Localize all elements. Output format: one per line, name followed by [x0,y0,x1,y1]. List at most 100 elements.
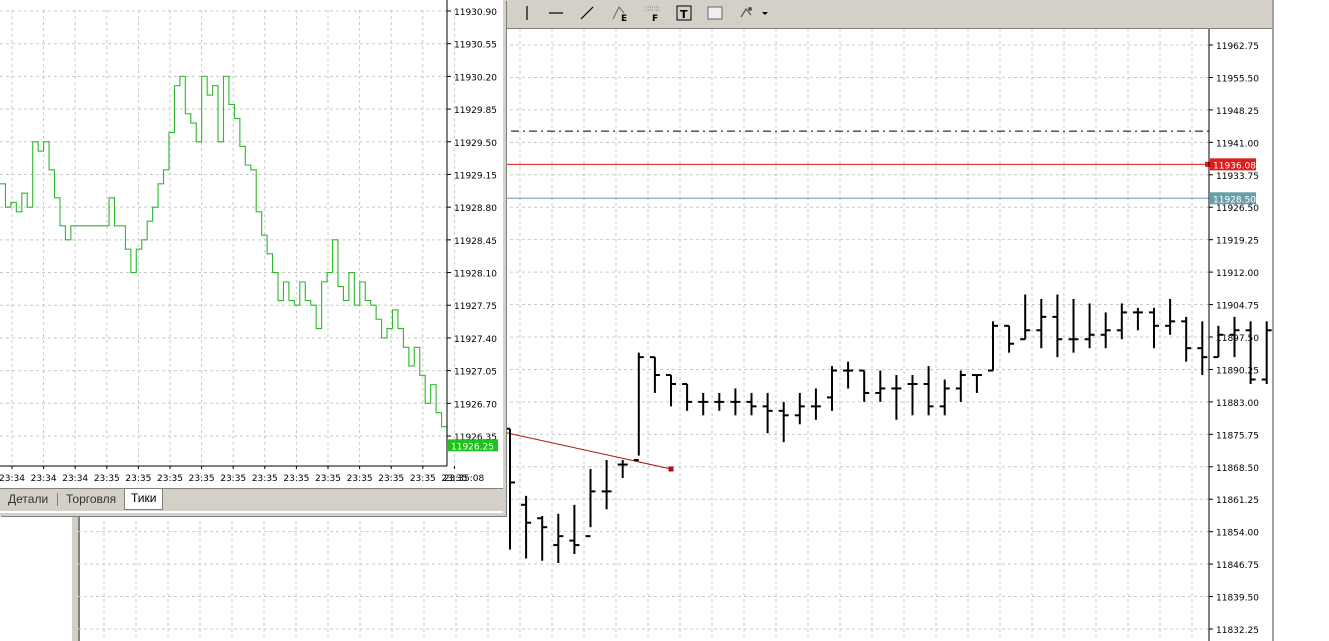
ohlc-bar [875,370,886,402]
fibo-e-letter: E [621,14,627,23]
ohlc-bar [746,392,757,416]
trendline-handle [668,466,674,472]
ohlc-bar [1020,294,1031,341]
ohlc-bar [537,516,548,561]
ohlc-bar [1149,307,1159,349]
ohlc-bar [988,321,998,372]
main-y-label: 11846.75 [1216,561,1259,571]
tick-x-label: 23:35 [189,474,215,484]
fibo-f-letter: F [652,14,658,23]
tick-y-label: 11929.15 [454,171,497,181]
ohlc-bar [891,375,902,420]
tick-y-label: 11927.05 [454,368,497,378]
horizontal-line-icon[interactable] [546,3,566,23]
tick-time-axis: 23:34 23:34 23:34 23:35 23:35 23:35 23:35 23:35… [0,466,484,484]
tick-x-label: 23:34 [31,474,57,484]
tick-y-label: 11928.80 [454,204,497,214]
ohlc-bar [794,392,805,425]
ohlc-bar [730,388,741,416]
ohlc-bar [1181,316,1192,362]
main-y-label: 11948.25 [1216,107,1259,117]
ohlc-bar [859,369,870,402]
tick-chart-grid [0,10,455,466]
trendline [502,431,672,470]
ohlc-bar [827,366,837,411]
tick-chart-line [0,75,448,446]
ohlc-bar [601,460,612,510]
ohlc-bar [971,374,982,393]
ohlc-bar [762,392,773,434]
ohlc-bar [923,366,934,416]
main-y-label: 11854.00 [1216,529,1259,539]
tick-x-label: 23:35 [283,474,309,484]
ohlc-bar [843,361,854,389]
tick-x-label: 23:35 [315,474,341,484]
bid-price-label: 11936.08 [1213,161,1256,171]
market-watch-window: 11930.90 11930.55 11930.20 11929.85 11929.50… [0,0,506,516]
tab-bar: Детали Торговля Тики [0,488,503,511]
ohlc-bar [633,352,644,462]
tick-y-label: 11929.50 [454,139,497,149]
main-y-label: 11839.50 [1216,594,1259,604]
ohlc-bar [1036,298,1047,349]
tick-y-label: 11928.45 [454,237,497,247]
tick-x-label: 23:35 [220,474,246,484]
ohlc-bar [714,392,725,411]
ohlc-bar [617,460,628,478]
ohlc-bar [1116,303,1127,340]
tick-x-label: 23:35 [252,474,278,484]
ohlc-bar [1261,321,1272,384]
tab-trading[interactable]: Торговля [60,490,122,508]
main-y-label: 11861.25 [1216,496,1259,506]
main-price-axis: 11962.75 11955.50 11948.25 11941.00 11933.75… [1208,29,1259,641]
main-chart-bars [505,294,1272,563]
tick-y-label: 11927.75 [454,302,497,312]
tick-x-last-label: 23:35:08 [444,474,485,484]
tab-separator [57,493,58,506]
tick-y-label: 11930.55 [454,41,497,51]
trendline-icon[interactable] [577,3,597,23]
fibonacci-fan-icon[interactable]: F [643,3,663,23]
tick-x-label: 23:35 [125,474,151,484]
ohlc-bar [1132,307,1143,331]
main-y-label: 11912.00 [1216,269,1259,279]
tick-chart[interactable]: 11930.90 11930.55 11930.20 11929.85 11929.50… [0,0,503,490]
tab-details[interactable]: Детали [2,490,54,508]
ohlc-bar [1197,321,1208,376]
tick-price-series [0,75,448,446]
ask-price-label: 11928.50 [1213,195,1256,205]
main-y-label: 11832.25 [1216,626,1259,636]
drawing-toolbar: E F T [503,0,1272,29]
fibonacci-expansion-icon[interactable]: E [610,3,630,23]
main-y-label: 11962.75 [1216,42,1259,52]
tick-x-label: 23:34 [62,474,88,484]
more-tools-icon[interactable] [738,3,770,23]
text-label-icon[interactable]: T [674,3,694,23]
ohlc-bar [810,388,821,420]
ohlc-bar [1004,324,1015,353]
ohlc-bar [907,375,918,416]
ohlc-bar [682,382,693,411]
ohlc-bar [569,504,580,555]
main-y-label: 11933.75 [1216,172,1259,182]
ohlc-bar [778,401,789,443]
ohlc-bar [553,513,564,563]
ohlc-bar [955,370,966,402]
tick-y-label: 11929.85 [454,106,497,116]
main-y-label: 11897.50 [1216,334,1259,344]
ohlc-bar [649,356,660,393]
tick-y-label: 11930.20 [454,73,497,83]
rectangle-icon[interactable] [705,3,725,23]
main-y-label: 11904.75 [1216,302,1259,312]
main-y-label: 11883.00 [1216,399,1259,409]
ohlc-bar [1052,294,1063,358]
ohlc-bar [585,469,596,538]
ohlc-bar [1100,312,1111,349]
vertical-line-icon[interactable] [517,3,537,23]
tick-y-label: 11927.40 [454,335,497,345]
tab-ticks[interactable]: Тики [124,489,164,510]
tick-x-label: 23:34 [0,474,25,484]
tick-y-label: 11928.10 [454,270,497,280]
tick-x-label: 23:35 [157,474,183,484]
tick-x-label: 23:35 [347,474,373,484]
